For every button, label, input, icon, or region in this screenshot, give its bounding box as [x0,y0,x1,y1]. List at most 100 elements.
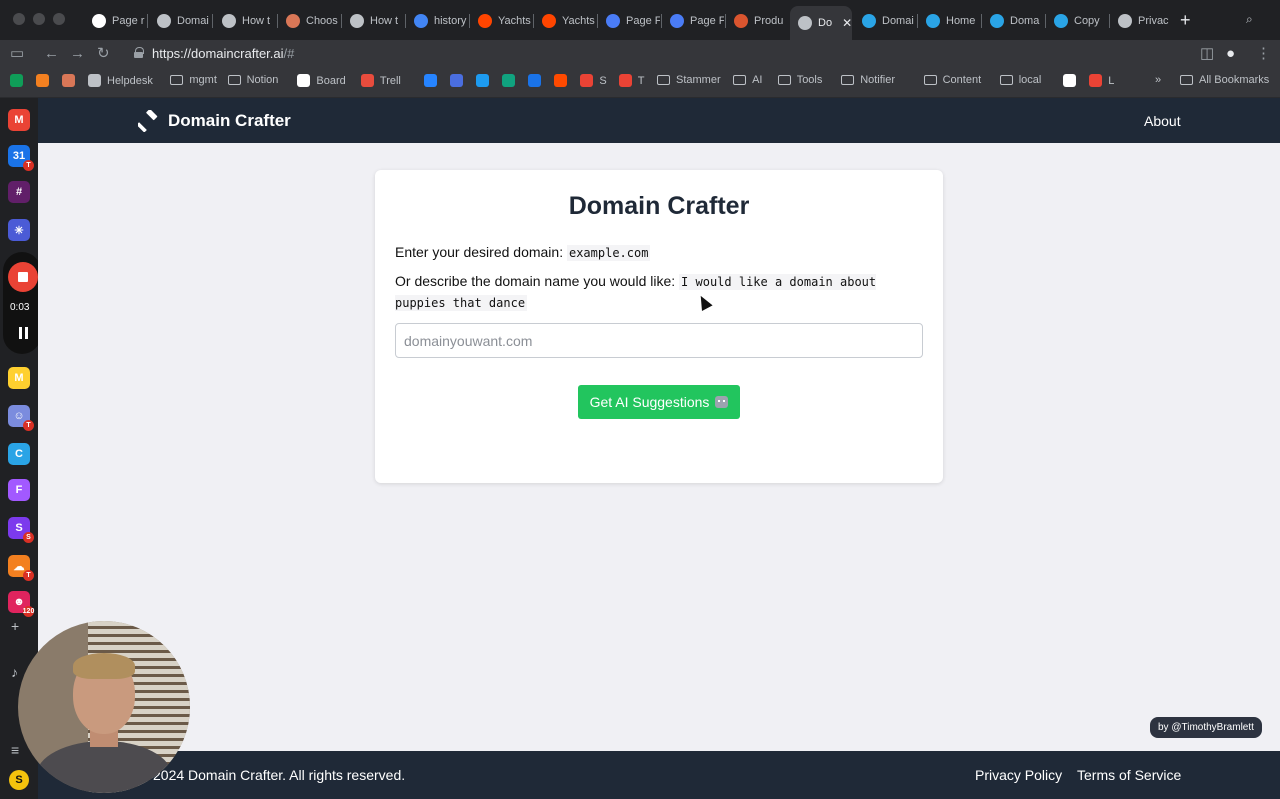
bookmark-item[interactable]: S [580,74,607,87]
calendar-app-icon[interactable]: 31 T [8,145,34,171]
all-bookmarks-button[interactable]: All Bookmarks [1180,74,1269,86]
bookmark-item[interactable]: Tools [777,74,822,86]
bookmark-item[interactable] [1063,74,1077,87]
close-window-button[interactable] [13,13,25,25]
browser-tab[interactable]: Choos [278,8,340,34]
browser-tab[interactable]: Privac [1110,8,1172,34]
folder-icon [777,75,791,85]
attribution-badge[interactable]: by @TimothyBramlett [1150,717,1262,738]
bookmark-item[interactable]: Helpdesk [88,74,153,87]
bookmark-item[interactable]: Stammer [657,74,721,86]
bookmark-item[interactable] [62,74,75,87]
bookmark-item[interactable]: Content [923,74,981,86]
zoom-window-button[interactable] [53,13,65,25]
browser-tab[interactable]: Yachts [470,8,532,34]
bookmark-item[interactable] [476,74,490,87]
openai-icon [502,74,516,87]
bookmark-item[interactable]: local [999,74,1041,86]
reddit-icon [542,14,556,28]
privacy-policy-link[interactable]: Privacy Policy [975,767,1062,783]
terms-of-service-link[interactable]: Terms of Service [1077,767,1181,783]
bookmark-item[interactable]: L [1089,74,1114,87]
browser-tab[interactable]: How t [342,8,404,34]
get-suggestions-label: Get AI Suggestions [589,394,710,410]
miro-app-icon[interactable]: M [8,367,30,389]
browser-tab[interactable]: Page F [662,8,724,34]
bookmark-item[interactable]: Trell [360,74,401,87]
split-view-icon[interactable]: ◫ [1200,44,1214,64]
back-icon[interactable]: ← [44,44,59,64]
site-navbar: Domain Crafter About [38,98,1280,143]
profile-icon[interactable]: ● [1226,44,1235,64]
list-icon[interactable]: ≡ [11,742,19,758]
reload-icon[interactable]: ↻ [97,44,110,64]
user-avatar[interactable]: S [9,770,29,790]
bookmark-item[interactable] [424,74,438,87]
bookmark-item[interactable] [450,74,464,87]
browser-tab[interactable]: Domai [149,8,211,34]
add-app-icon[interactable]: + [11,618,19,634]
bookmark-item[interactable]: mgmt [170,74,217,86]
browser-tab[interactable]: history [406,8,468,34]
cloud-app-icon[interactable]: ☁ T [8,555,34,581]
web-page: Domain Crafter About Domain Crafter Ente… [38,98,1280,799]
chat-app-icon[interactable]: ☻ 120 [8,591,34,617]
bookmark-item[interactable]: Board [297,74,346,87]
brand-link[interactable]: Domain Crafter [138,110,291,132]
minimize-window-button[interactable] [33,13,45,25]
browser-tab[interactable]: Produ [726,8,788,34]
slack-app-icon[interactable]: # [8,181,30,203]
domain-input[interactable] [395,323,923,358]
claude-icon [62,74,75,87]
globe-icon [350,14,364,28]
dock-app-glyph: ☺ [13,410,25,422]
bookmark-item[interactable] [554,74,568,87]
bookmark-item[interactable] [10,74,23,87]
sidebar-toggle-icon[interactable]: ▭ [10,44,24,64]
pause-recording-button[interactable] [19,327,28,339]
figma-app-icon[interactable]: F [8,479,30,501]
browser-tab[interactable]: Do ✕ [790,6,852,40]
c-app-icon[interactable]: C [8,443,30,465]
discord-app-icon[interactable]: ☺ T [8,405,34,431]
tab-search-icon[interactable]: ⌕ [1246,12,1253,27]
stop-recording-button[interactable] [8,262,38,292]
bookmark-item[interactable]: T [618,74,644,87]
describe-instruction: Or describe the domain name you would li… [395,271,895,313]
get-suggestions-button[interactable]: Get AI Suggestions [578,385,740,419]
calendar-icon [528,74,542,87]
about-link[interactable]: About [1144,113,1181,129]
forward-icon[interactable]: → [70,44,85,64]
webcam-overlay[interactable] [18,621,190,793]
layers-icon [1118,14,1132,28]
bell-icon[interactable]: ♪ [11,664,18,680]
new-tab-button[interactable]: + [1180,10,1191,31]
lock-icon[interactable] [134,47,144,58]
bookmark-item[interactable]: Notifier [841,74,895,86]
more-bookmarks-button[interactable]: » [1155,74,1161,86]
gmail-icon [580,74,594,87]
browser-tab[interactable]: Domai [854,8,916,34]
s-app-icon[interactable]: SS [8,517,34,543]
browser-tab[interactable]: Copy [1046,8,1108,34]
browser-tab[interactable]: Page F [598,8,660,34]
menu-icon[interactable]: ⋮ [1256,44,1271,64]
browser-tab[interactable]: Yachts [534,8,596,34]
bookmark-item[interactable] [528,74,542,87]
dock-app-glyph: M [14,114,24,126]
bookmark-item[interactable]: Notion [227,74,278,86]
browser-tab[interactable]: How t [214,8,276,34]
close-tab-icon[interactable]: ✕ [842,16,852,30]
tab-title: How t [370,15,399,27]
bookmark-item[interactable] [502,74,516,87]
browser-tab[interactable]: Home [918,8,980,34]
bookmark-item[interactable]: AI [733,74,763,86]
folder-icon [923,75,937,85]
bookmark-item[interactable] [36,74,49,87]
perplexity-app-icon[interactable]: ✳ [8,219,30,241]
tab-title: Privac [1138,15,1169,27]
browser-tab[interactable]: Doma [982,8,1044,34]
gmail-app-icon[interactable]: M [8,109,30,131]
address-bar[interactable]: https://domaincrafter.ai/# [152,46,294,61]
browser-tab[interactable]: Page r [84,8,146,34]
